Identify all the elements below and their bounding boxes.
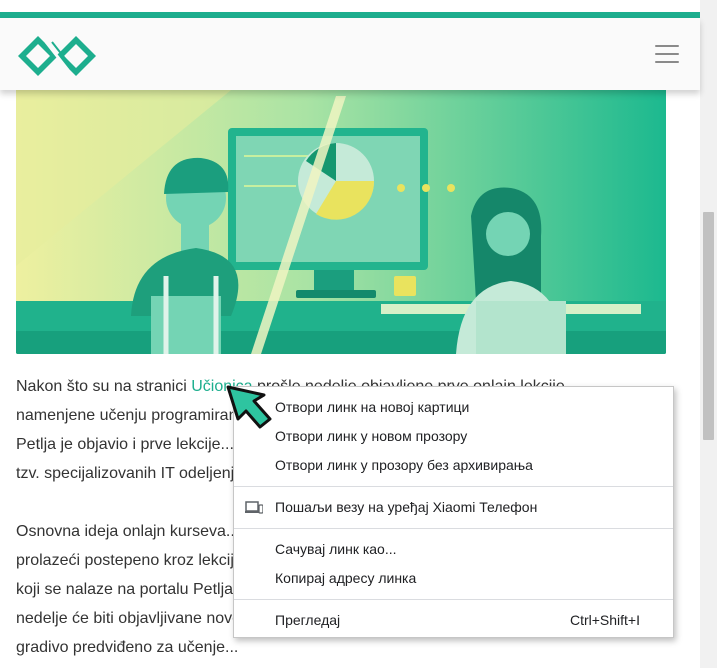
menu-item-copy-link-address[interactable]: Копирај адресу линка: [234, 564, 673, 593]
menu-separator: [234, 599, 673, 600]
menu-separator: [234, 528, 673, 529]
menu-item-send-to-device[interactable]: Пошаљи везу на уређај Xiaomi Телефон: [234, 493, 673, 522]
menu-item-inspect[interactable]: Прегледај Ctrl+Shift+I: [234, 606, 673, 635]
devices-icon: [245, 501, 263, 514]
menu-item-open-incognito[interactable]: Отвори линк у прозору без архивирања: [234, 451, 673, 480]
menu-separator: [234, 486, 673, 487]
menu-item-save-link-as[interactable]: Сачувај линк као...: [234, 535, 673, 564]
menu-item-open-new-window[interactable]: Отвори линк у новом прозору: [234, 422, 673, 451]
inspect-shortcut: Ctrl+Shift+I: [569, 612, 640, 628]
hamburger-menu-icon[interactable]: [655, 45, 681, 65]
mouse-cursor-icon: [226, 385, 272, 429]
hero-illustration: [16, 86, 666, 354]
petlja-logo-icon[interactable]: [16, 33, 98, 79]
scrollbar-thumb[interactable]: [703, 212, 714, 440]
menu-item-open-new-tab[interactable]: Отвори линк на новој картици: [234, 393, 673, 422]
context-menu: Отвори линк на новој картици Отвори линк…: [233, 386, 674, 638]
site-header: [0, 18, 700, 90]
